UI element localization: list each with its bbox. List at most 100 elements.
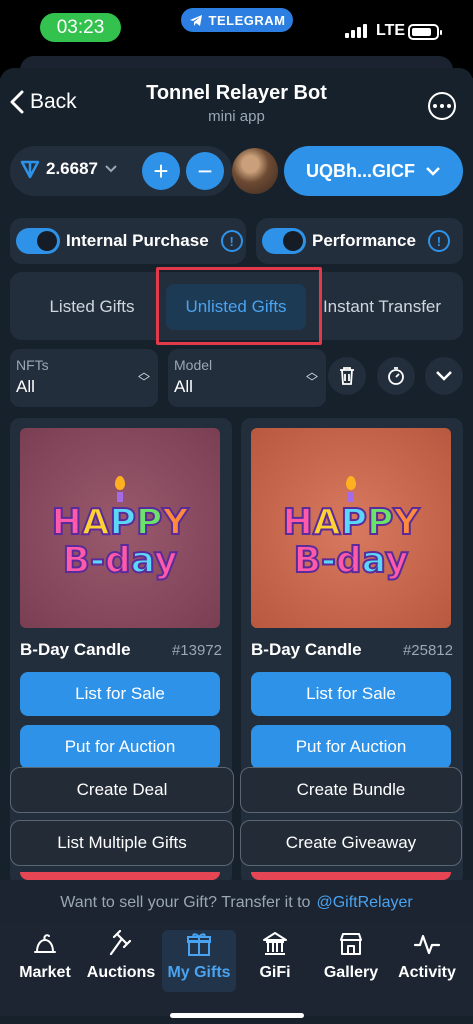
- card-red-strip: [20, 872, 220, 880]
- list-for-sale-button[interactable]: List for Sale: [20, 672, 220, 716]
- chevron-down-icon: [426, 167, 440, 176]
- select-label: Model: [174, 357, 213, 373]
- performance-toggle-card: Performance !: [256, 218, 463, 264]
- gift-id: #25812: [402, 642, 453, 659]
- status-bar: 03:23 TELEGRAM LTE: [0, 0, 473, 56]
- ton-icon: [20, 160, 40, 179]
- tab-listed-gifts[interactable]: Listed Gifts: [24, 284, 160, 330]
- internal-purchase-toggle-card: Internal Purchase !: [10, 218, 246, 264]
- nfts-select[interactable]: NFTs All ︿ ﹀: [10, 349, 158, 407]
- create-giveaway-button[interactable]: Create Giveaway: [240, 820, 462, 866]
- nav-auctions[interactable]: Auctions: [84, 930, 158, 992]
- wallet-row: 2.6687 + − UQBh...GICF: [10, 144, 463, 198]
- stopwatch-icon: [388, 367, 404, 385]
- chevron-down-icon: [436, 371, 452, 381]
- page-subtitle: mini app: [208, 108, 265, 125]
- nav-activity[interactable]: Activity: [390, 930, 464, 992]
- mini-app: Back Tonnel Relayer Bot mini app 2.6687 …: [0, 68, 473, 1024]
- gift-icon: [187, 933, 211, 956]
- expand-button[interactable]: [425, 357, 463, 395]
- gift-card[interactable]: HAPPY B-day B-Day Candle #13972 List for…: [10, 418, 232, 886]
- highlight-box: [156, 267, 322, 345]
- telegram-icon: [189, 14, 202, 26]
- telegram-pill[interactable]: TELEGRAM: [181, 8, 293, 32]
- model-select[interactable]: Model All ︿ ﹀: [168, 349, 326, 407]
- delete-button[interactable]: [328, 357, 366, 395]
- gift-artwork-text: HAPPY B-day: [51, 502, 190, 581]
- chevron-down-icon: [105, 165, 117, 173]
- list-multiple-gifts-button[interactable]: List Multiple Gifts: [10, 820, 234, 866]
- updown-icon: ︿ ﹀: [305, 365, 318, 389]
- gift-relayer-link[interactable]: @GiftRelayer: [316, 894, 412, 912]
- select-value: All: [16, 377, 35, 396]
- create-deal-button[interactable]: Create Deal: [10, 767, 234, 813]
- gift-card[interactable]: HAPPY B-day B-Day Candle #25812 List for…: [241, 418, 463, 886]
- balance-pill[interactable]: 2.6687 + −: [10, 146, 232, 196]
- tab-instant-transfer[interactable]: Instant Transfer: [312, 284, 452, 330]
- nav-label: GiFi: [259, 964, 291, 981]
- network-label: LTE: [376, 22, 406, 39]
- minus-icon: −: [197, 155, 213, 186]
- wallet-address: UQBh...GICF: [306, 160, 415, 181]
- nav-label: Auctions: [86, 964, 156, 981]
- home-indicator[interactable]: [170, 1013, 304, 1018]
- put-for-auction-button[interactable]: Put for Auction: [20, 725, 220, 769]
- gift-id: #13972: [171, 642, 222, 659]
- time-indicator: 03:23: [40, 13, 121, 42]
- nav-gifi[interactable]: GiFi: [238, 930, 312, 992]
- toggle-label: Internal Purchase: [66, 231, 209, 250]
- select-value: All: [174, 377, 193, 396]
- info-icon[interactable]: !: [220, 230, 243, 252]
- create-bundle-button[interactable]: Create Bundle: [240, 767, 462, 813]
- flame-icon: [346, 476, 356, 490]
- nav-label: Gallery: [323, 964, 379, 981]
- timer-button[interactable]: [377, 357, 415, 395]
- nav-label: My Gifts: [167, 964, 231, 981]
- nav-gallery[interactable]: Gallery: [314, 930, 388, 992]
- candle-icon: [348, 492, 354, 502]
- transfer-hint: Want to sell your Gift? Transfer it to @…: [0, 880, 473, 926]
- plus-icon: +: [153, 155, 169, 186]
- filters-row: NFTs All ︿ ﹀ Model All ︿ ﹀: [10, 349, 463, 409]
- internal-purchase-switch[interactable]: [16, 228, 60, 254]
- bottom-nav: Market Auctions My Gifts GiFi Gallery Ac…: [0, 924, 473, 1016]
- nav-label: Market: [19, 964, 71, 981]
- toggle-label: Performance: [312, 231, 416, 250]
- performance-switch[interactable]: [262, 228, 306, 254]
- more-options-button[interactable]: [428, 92, 456, 120]
- card-red-strip: [251, 872, 451, 880]
- store-icon: [340, 933, 362, 955]
- gift-name: B-Day Candle: [251, 640, 362, 659]
- wallet-address-button[interactable]: UQBh...GICF: [284, 146, 463, 196]
- activity-icon: [413, 934, 441, 955]
- hammer-icon: [109, 930, 132, 956]
- trash-icon: [340, 367, 354, 385]
- gift-image: HAPPY B-day: [251, 428, 451, 628]
- deposit-button[interactable]: +: [142, 152, 180, 190]
- gift-image: HAPPY B-day: [20, 428, 220, 628]
- nav-market[interactable]: Market: [8, 930, 82, 992]
- nav-label: Activity: [398, 964, 456, 981]
- gift-artwork-text: HAPPY B-day: [282, 502, 421, 581]
- withdraw-button[interactable]: −: [186, 152, 224, 190]
- signal-icon: [345, 24, 367, 38]
- telegram-label: TELEGRAM: [208, 12, 286, 28]
- flame-icon: [115, 476, 125, 490]
- page-title: Tonnel Relayer Bot: [146, 82, 327, 104]
- market-icon: [34, 934, 56, 953]
- put-for-auction-button[interactable]: Put for Auction: [251, 725, 451, 769]
- mini-app-sheet: Back Tonnel Relayer Bot mini app 2.6687 …: [0, 56, 473, 1024]
- hint-text: Want to sell your Gift? Transfer it to: [60, 894, 311, 911]
- info-icon[interactable]: !: [427, 230, 450, 252]
- header: Back Tonnel Relayer Bot mini app: [0, 68, 473, 140]
- list-for-sale-button[interactable]: List for Sale: [251, 672, 451, 716]
- bank-icon: [263, 932, 287, 955]
- select-label: NFTs: [16, 357, 49, 373]
- nav-my-gifts[interactable]: My Gifts: [162, 930, 236, 992]
- updown-icon: ︿ ﹀: [137, 365, 150, 389]
- time-text: 03:23: [56, 16, 105, 38]
- avatar[interactable]: [232, 148, 278, 194]
- gift-name: B-Day Candle: [20, 640, 131, 659]
- battery-icon: [408, 24, 442, 40]
- balance-value: 2.6687: [46, 159, 98, 178]
